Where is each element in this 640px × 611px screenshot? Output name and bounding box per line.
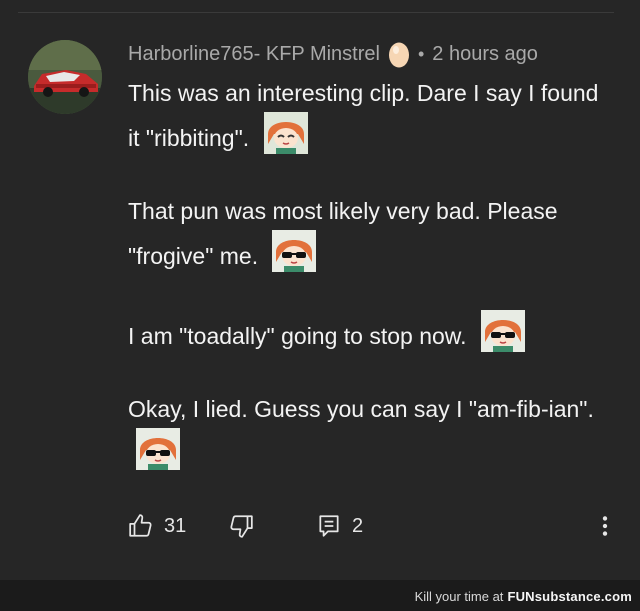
comment-paragraph-1: This was an interesting clip. Dare I say…: [128, 74, 608, 157]
timestamp[interactable]: 2 hours ago: [432, 43, 538, 66]
comment-paragraph-3: I am "toadally" going to stop now.: [128, 310, 608, 355]
watermark: Kill your time at FUNsubstance.com: [415, 589, 632, 604]
separator-dot: •: [417, 43, 425, 64]
comment-paragraph-4: Okay, I lied. Guess you can say I "am-fi…: [128, 390, 608, 473]
comment-header: Harborline765- KFP Minstrel • 2 hours ag…: [128, 38, 538, 70]
watermark-brand: FUNsubstance.com: [507, 589, 632, 604]
chibi-emote-icon: [263, 112, 308, 154]
thumbs-down-icon[interactable]: [228, 513, 254, 539]
reply-action: 2: [316, 513, 363, 539]
more-vert-icon[interactable]: [592, 513, 618, 539]
egg-icon: [388, 42, 409, 68]
sunglasses-emote-icon: [480, 310, 525, 352]
avatar-car-image: [28, 40, 102, 114]
avatar[interactable]: [28, 40, 102, 114]
comment-paragraph-2: That pun was most likely very bad. Pleas…: [128, 192, 608, 275]
comment-body: This was an interesting clip. Dare I say…: [128, 74, 608, 473]
thumbs-up-icon[interactable]: [128, 513, 154, 539]
comment-actions: 31 2: [128, 508, 618, 544]
reply-count: 2: [352, 514, 364, 537]
sunglasses-emote-icon: [136, 428, 180, 470]
dislike-action: [228, 513, 316, 539]
watermark-prefix: Kill your time at: [414, 589, 504, 604]
paragraph-text: That pun was most likely very bad. Pleas…: [128, 198, 558, 269]
like-count: 31: [164, 514, 187, 537]
paragraph-text: This was an interesting clip. Dare I say…: [128, 80, 599, 151]
top-divider: [18, 12, 614, 13]
reply-icon[interactable]: [316, 513, 342, 539]
like-action: 31: [128, 513, 228, 539]
paragraph-text: I am "toadally" going to stop now.: [128, 323, 467, 349]
paragraph-text: Okay, I lied. Guess you can say I "am-fi…: [128, 396, 594, 422]
author-name[interactable]: Harborline765- KFP Minstrel: [128, 43, 380, 66]
sunglasses-emote-icon: [272, 230, 317, 272]
more-options-button[interactable]: [592, 513, 618, 539]
